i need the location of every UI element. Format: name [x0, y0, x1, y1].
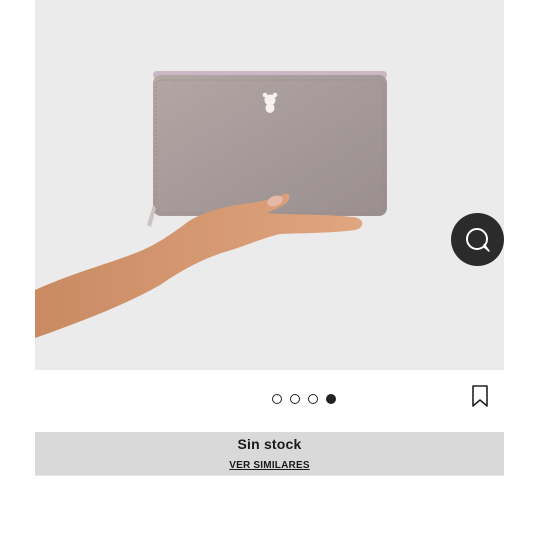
carousel-dots [272, 393, 336, 405]
divider [35, 475, 504, 476]
bookmark-icon [472, 385, 488, 407]
wallet-photo [35, 71, 387, 338]
chat-button[interactable] [451, 213, 504, 266]
see-similar-link[interactable]: VER SIMILARES [35, 460, 504, 471]
stock-status-text: Sin stock [237, 436, 302, 452]
zipper-pull [147, 205, 156, 227]
chat-bubble-icon [465, 227, 490, 252]
product-image[interactable] [35, 0, 504, 370]
carousel-dot-2[interactable] [290, 394, 300, 404]
save-bookmark-button[interactable] [470, 384, 490, 408]
carousel-dot-1[interactable] [272, 394, 282, 404]
carousel-dot-4[interactable] [326, 394, 336, 404]
carousel-dot-3[interactable] [308, 394, 318, 404]
stock-status-band: Sin stock VER SIMILARES [35, 432, 504, 475]
